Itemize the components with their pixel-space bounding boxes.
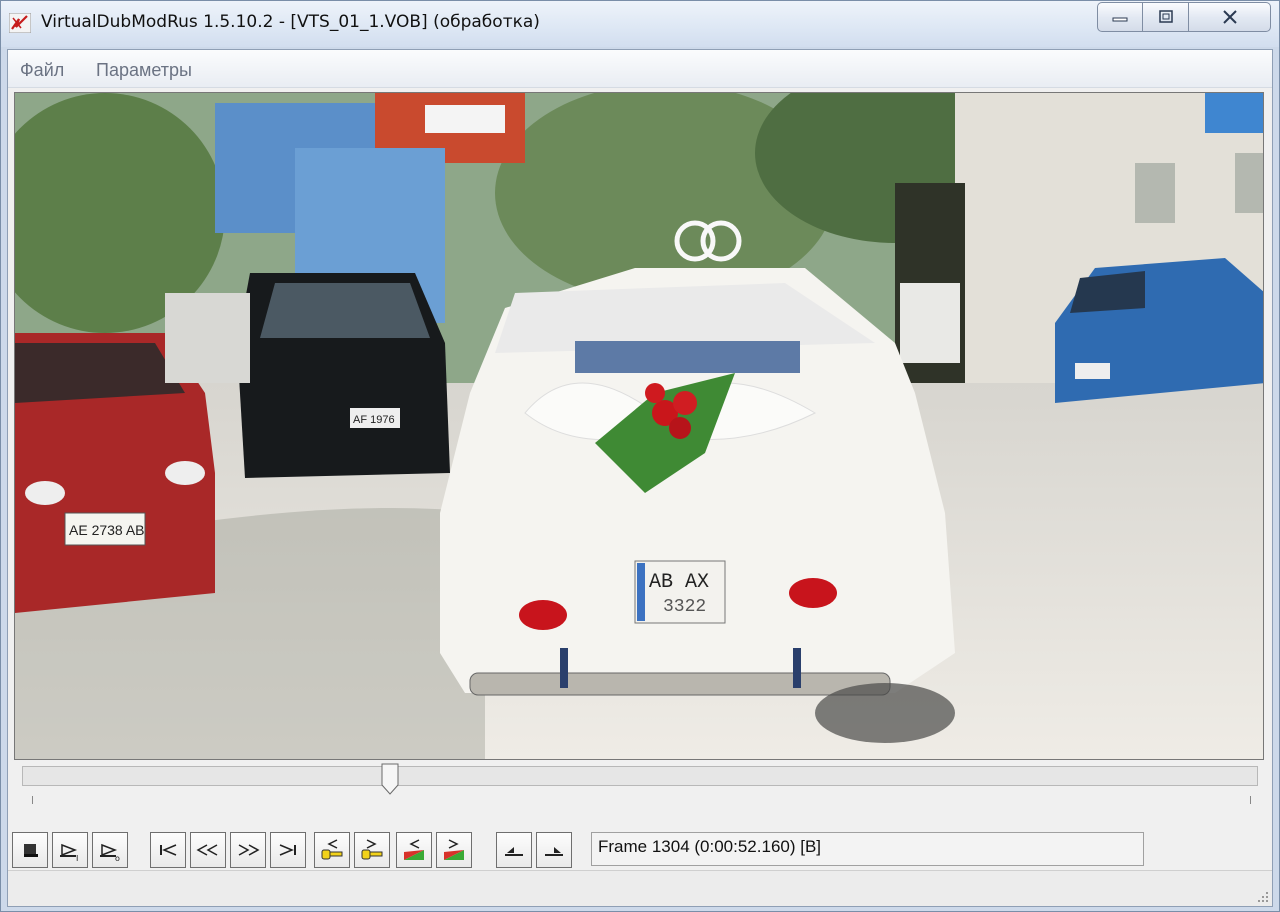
close-button[interactable]: [1189, 2, 1271, 32]
slider-tick-end: [1250, 796, 1251, 804]
slider-tick-start: [32, 796, 33, 804]
next-keyframe-button[interactable]: [354, 832, 390, 868]
resize-grip-icon[interactable]: [1256, 890, 1270, 904]
maximize-button[interactable]: [1143, 2, 1189, 32]
prev-keyframe-button[interactable]: [314, 832, 350, 868]
svg-text:3322: 3322: [663, 597, 706, 617]
status-bar: [8, 870, 1272, 906]
play-input-button[interactable]: I: [52, 832, 88, 868]
play-output-icon: o: [100, 843, 120, 863]
stop-icon: [24, 844, 38, 857]
maximize-icon: [1158, 10, 1173, 23]
video-frame-image: AE 2738 AB AF 1976 AB AX 3322: [15, 93, 1263, 759]
client-area: Файл Параметры AE 2738 AB AF 1976 AB AX …: [7, 49, 1273, 907]
go-start-icon: [160, 844, 177, 856]
mark-out-icon: [545, 847, 563, 856]
svg-text:o: o: [115, 854, 120, 863]
menu-parameters[interactable]: Параметры: [96, 60, 192, 81]
svg-text:AF 1976: AF 1976: [353, 414, 395, 426]
video-preview: AE 2738 AB AF 1976 AB AX 3322: [14, 92, 1264, 760]
svg-text:I: I: [76, 854, 78, 863]
step-forward-icon: [238, 844, 260, 856]
go-end-button[interactable]: [270, 832, 306, 868]
play-output-button[interactable]: o: [92, 832, 128, 868]
step-back-icon: [196, 844, 218, 856]
title-bar[interactable]: VirtualDubModRus 1.5.10.2 - [VTS_01_1.VO…: [1, 1, 1279, 47]
svg-text:AE 2738 AB: AE 2738 AB: [69, 522, 145, 538]
mark-in-button[interactable]: [496, 832, 532, 868]
step-back-button[interactable]: [190, 832, 226, 868]
play-input-icon: I: [60, 843, 78, 863]
mark-out-button[interactable]: [536, 832, 572, 868]
next-keyframe-icon: [361, 839, 383, 860]
window-title: VirtualDubModRus 1.5.10.2 - [VTS_01_1.VO…: [41, 12, 540, 32]
app-window: VirtualDubModRus 1.5.10.2 - [VTS_01_1.VO…: [0, 0, 1280, 912]
next-scene-icon: [444, 839, 464, 860]
app-icon[interactable]: [9, 13, 31, 33]
position-slider-track[interactable]: [22, 766, 1258, 786]
prev-keyframe-icon: [321, 839, 343, 860]
svg-text:AB AX: AB AX: [649, 571, 709, 594]
mark-in-icon: [505, 847, 523, 856]
position-slider-thumb[interactable]: [381, 763, 399, 795]
frame-position-readout: Frame 1304 (0:00:52.160) [B]: [591, 832, 1144, 866]
minimize-icon: [1112, 17, 1128, 22]
minimize-button[interactable]: [1097, 2, 1143, 32]
stop-button[interactable]: [12, 832, 48, 868]
close-icon: [1222, 10, 1237, 24]
prev-scene-button[interactable]: [396, 832, 432, 868]
menu-file[interactable]: Файл: [20, 60, 64, 81]
menu-bar: Файл Параметры: [8, 50, 1272, 88]
step-forward-button[interactable]: [230, 832, 266, 868]
go-start-button[interactable]: [150, 832, 186, 868]
next-scene-button[interactable]: [436, 832, 472, 868]
prev-scene-icon: [404, 839, 424, 860]
go-end-icon: [279, 844, 296, 856]
